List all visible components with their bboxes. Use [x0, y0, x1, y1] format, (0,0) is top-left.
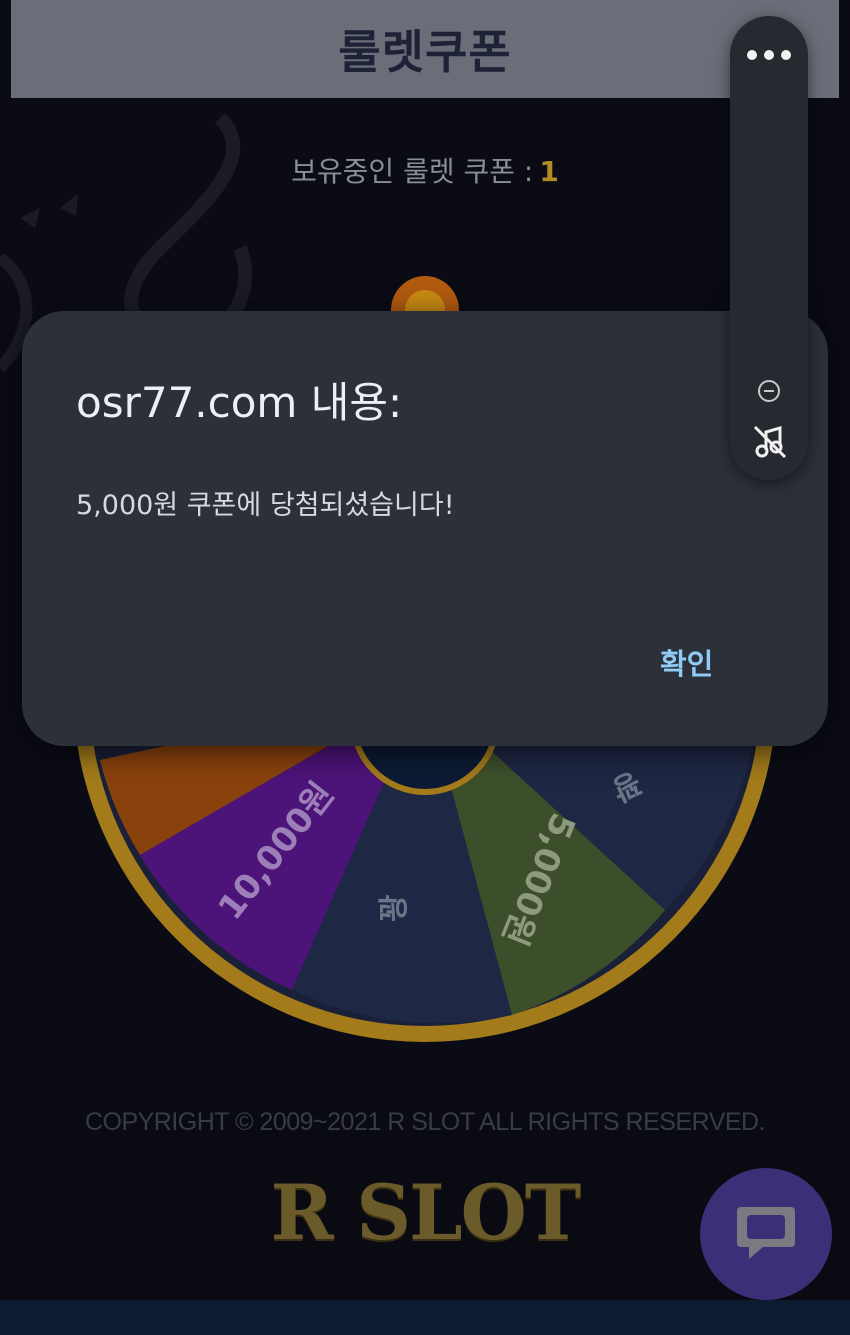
page: 룰렛쿠폰 보유중인 룰렛 쿠폰 :1 10,000원 꽝 5,000원 꽝 CO…: [0, 0, 850, 1335]
dialog-message: 5,000원 쿠폰에 당첨되셨습니다!: [76, 490, 455, 521]
alert-dialog: osr77.com 내용: 5,000원 쿠폰에 당첨되셨습니다! 확인: [22, 311, 828, 746]
minus-circle-icon[interactable]: [756, 378, 782, 404]
music-off-icon[interactable]: [750, 422, 790, 462]
chat-bubble-icon: [737, 1207, 795, 1259]
floating-control-panel: [730, 16, 808, 480]
wheel-label-lose-1: 꽝: [377, 894, 412, 922]
more-dots-icon[interactable]: [730, 40, 808, 70]
confirm-button[interactable]: 확인: [654, 637, 719, 687]
dialog-title: osr77.com 내용:: [76, 378, 403, 427]
chat-button[interactable]: [700, 1168, 832, 1300]
copyright-text: COPYRIGHT © 2009~2021 R SLOT ALL RIGHTS …: [84, 1108, 766, 1136]
bottom-bar: [0, 1300, 850, 1335]
